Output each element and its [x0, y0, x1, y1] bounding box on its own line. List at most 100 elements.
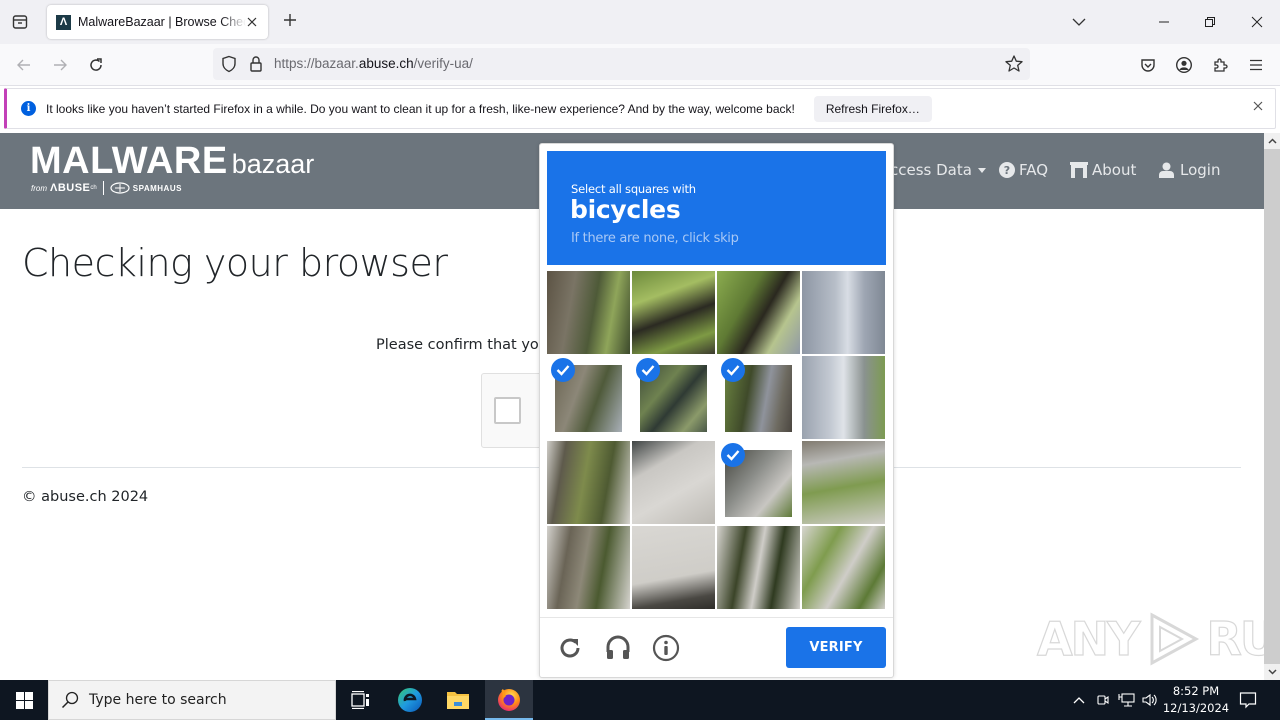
selected-checkmark-icon: [721, 358, 745, 382]
reload-button[interactable]: [84, 53, 108, 77]
close-window-button[interactable]: [1245, 10, 1269, 34]
refresh-challenge-button[interactable]: [556, 634, 584, 662]
volume-tray[interactable]: [1141, 680, 1159, 720]
meet-now-tray[interactable]: [1094, 680, 1112, 720]
nav-faq-label: FAQ: [1019, 161, 1049, 179]
chevron-down-icon: [1267, 669, 1277, 675]
challenge-footer-divider: [540, 617, 893, 618]
notification-close-button[interactable]: [1253, 99, 1263, 115]
firefox-icon: [498, 688, 520, 711]
captcha-tile[interactable]: [632, 271, 715, 354]
captcha-tile[interactable]: [547, 526, 630, 609]
audio-challenge-button[interactable]: [604, 634, 632, 662]
captcha-tile[interactable]: [547, 356, 630, 439]
lock-icon[interactable]: [249, 55, 263, 73]
account-button[interactable]: [1172, 53, 1196, 77]
captcha-tile[interactable]: [802, 356, 885, 439]
network-wired-icon: [1118, 693, 1135, 707]
pocket-button[interactable]: [1136, 53, 1160, 77]
captcha-tile-image: [802, 356, 885, 439]
spamhaus-logo-text: SPAMHAUS: [132, 183, 182, 193]
arrow-left-icon: [17, 59, 30, 71]
building-icon: [1070, 162, 1088, 178]
camera-icon: [1097, 695, 1109, 705]
info-circle-icon: [652, 634, 680, 662]
forward-button[interactable]: [48, 53, 72, 77]
show-hidden-icons-button[interactable]: [1070, 680, 1088, 720]
notification-message: It looks like you haven’t started Firefo…: [46, 101, 795, 116]
pocket-icon: [1141, 59, 1155, 72]
site-logo[interactable]: MALWARE bazaar: [30, 140, 314, 183]
captcha-tile-image: [547, 441, 630, 524]
captcha-tile-image: [547, 271, 630, 354]
network-tray[interactable]: [1117, 680, 1137, 720]
list-all-tabs-button[interactable]: [1072, 12, 1092, 32]
captcha-tile[interactable]: [547, 441, 630, 524]
speaker-volume-icon: [1142, 693, 1157, 707]
logo-separator: [102, 181, 104, 195]
logo-from: from: [31, 183, 47, 193]
new-tab-button[interactable]: [280, 11, 300, 31]
task-view-button[interactable]: [336, 680, 384, 720]
abuse-ch-sup: ch: [90, 185, 97, 191]
challenge-info-button[interactable]: [652, 634, 680, 662]
page-scrollbar[interactable]: [1264, 133, 1280, 680]
firefox-view-button[interactable]: [8, 10, 32, 34]
captcha-tile-image: [802, 526, 885, 609]
tab-close-button[interactable]: [244, 14, 260, 30]
question-circle-icon: ?: [999, 162, 1015, 178]
nav-faq[interactable]: ? FAQ: [999, 161, 1048, 179]
verify-button[interactable]: VERIFY: [786, 627, 886, 668]
captcha-tile[interactable]: [632, 526, 715, 609]
challenge-prompt: Select all squares with bicycles If ther…: [547, 151, 886, 265]
bookmark-star-icon[interactable]: [1004, 54, 1024, 74]
restore-icon: [1205, 17, 1215, 27]
captcha-tile[interactable]: [717, 526, 800, 609]
taskbar-firefox[interactable]: [485, 680, 533, 720]
taskbar-file-explorer[interactable]: [434, 680, 482, 720]
copyright-text: © abuse.ch 2024: [22, 489, 149, 505]
restore-button[interactable]: [1198, 10, 1222, 34]
edge-browser-icon: [398, 688, 422, 712]
address-bar[interactable]: https://bazaar.abuse.ch/verify-ua/: [213, 48, 1030, 80]
app-menu-button[interactable]: [1244, 53, 1268, 77]
captcha-tile[interactable]: [632, 441, 715, 524]
captcha-tile[interactable]: [632, 356, 715, 439]
taskbar-clock[interactable]: 8:52 PM 12/13/2024: [1162, 683, 1230, 717]
abuse-ch-logo: ΛBUSE: [50, 182, 91, 194]
nav-access-data[interactable]: Access Data: [880, 161, 986, 179]
nav-about[interactable]: About: [1070, 161, 1136, 179]
minimize-button[interactable]: [1152, 10, 1176, 34]
captcha-tile-image: [632, 271, 715, 354]
challenge-instruction: Select all squares with: [571, 182, 696, 196]
captcha-tile[interactable]: [717, 271, 800, 354]
nav-login[interactable]: Login: [1159, 161, 1220, 179]
action-center-button[interactable]: [1236, 680, 1260, 720]
extensions-button[interactable]: [1208, 53, 1232, 77]
start-button[interactable]: [0, 680, 48, 720]
captcha-tile[interactable]: [802, 526, 885, 609]
scroll-down-button[interactable]: [1264, 664, 1280, 680]
captcha-tile-image: [547, 526, 630, 609]
back-button[interactable]: [12, 53, 36, 77]
captcha-tile[interactable]: [547, 271, 630, 354]
captcha-tile[interactable]: [717, 356, 800, 439]
hcaptcha-checkbox[interactable]: [494, 397, 521, 424]
challenge-hint: If there are none, click skip: [571, 231, 739, 246]
tracking-protection-shield-icon[interactable]: [221, 55, 237, 73]
reload-icon: [90, 58, 102, 71]
refresh-firefox-button[interactable]: Refresh Firefox…: [813, 95, 932, 122]
taskbar-edge[interactable]: [386, 680, 434, 720]
captcha-tile-image: [717, 526, 800, 609]
refresh-icon: [560, 638, 580, 658]
nav-about-label: About: [1092, 161, 1137, 179]
scroll-up-button[interactable]: [1264, 133, 1280, 149]
captcha-tile[interactable]: [802, 271, 885, 354]
url-text[interactable]: https://bazaar.abuse.ch/verify-ua/: [274, 56, 473, 71]
browser-tab-active[interactable]: Λ MalwareBazaar | Browse Checking your b…: [47, 5, 268, 39]
taskbar-search-box[interactable]: Type here to search: [48, 680, 336, 720]
captcha-tile[interactable]: [802, 441, 885, 524]
search-icon: [61, 691, 79, 709]
task-view-icon: [351, 691, 369, 709]
captcha-tile[interactable]: [717, 441, 800, 524]
